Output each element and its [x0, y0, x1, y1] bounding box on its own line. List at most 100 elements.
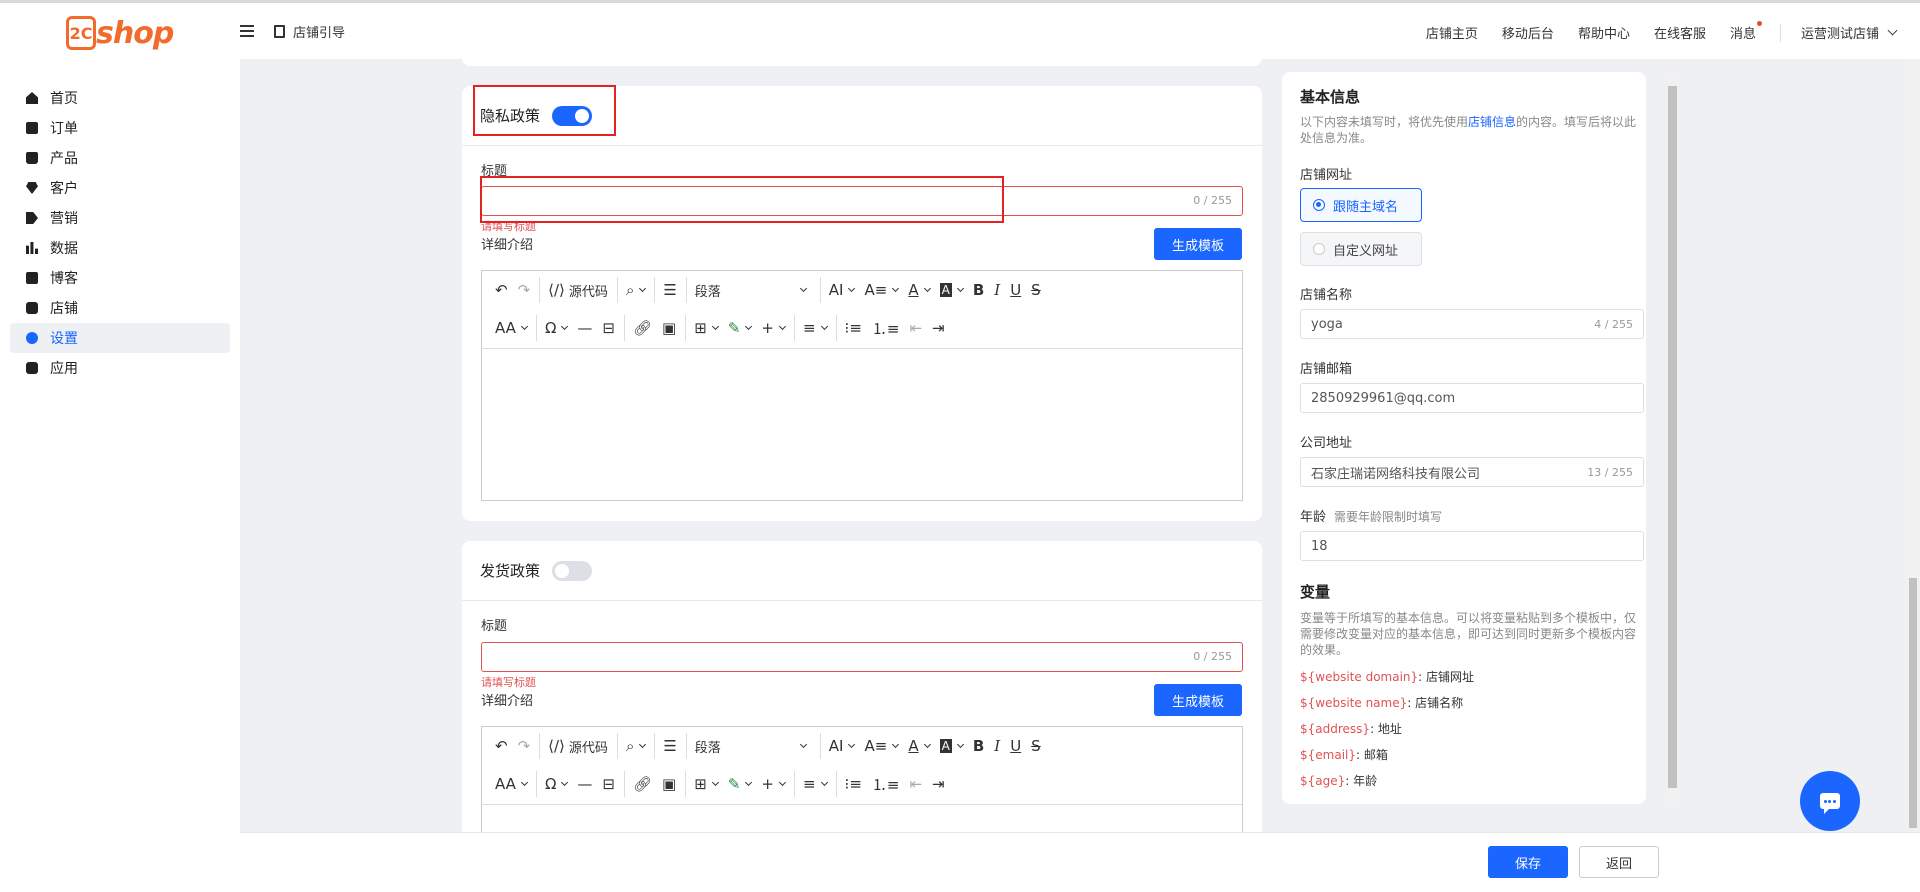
sidebar-item-settings[interactable]: 设置 [10, 323, 230, 353]
font-color-icon[interactable]: A [903, 277, 934, 303]
highlight-icon[interactable]: ✎ [723, 315, 757, 341]
find-replace-icon[interactable]: ⌕ [616, 733, 650, 759]
sidebar-item-marketing[interactable]: 营销 [10, 203, 230, 233]
link-icon[interactable]: 🔗︎ [624, 315, 657, 341]
strikethrough-icon[interactable]: S [1026, 733, 1046, 759]
save-button[interactable]: 保存 [1488, 846, 1568, 878]
line-height-icon[interactable]: A≡ [859, 277, 903, 303]
menu-toggle-icon[interactable] [240, 25, 254, 37]
special-char-icon[interactable]: Ω [535, 771, 572, 797]
bold-icon[interactable]: B [968, 277, 989, 303]
indent-icon[interactable]: ⇥ [927, 771, 950, 797]
special-char-icon[interactable]: Ω [535, 315, 572, 341]
font-family-icon[interactable]: AA [490, 771, 532, 797]
align-icon[interactable]: ≡ [793, 771, 832, 797]
background-color-icon[interactable]: A [935, 733, 968, 759]
underline-icon[interactable]: U [1005, 733, 1026, 759]
font-size-icon[interactable]: AI [819, 277, 860, 303]
nav-store-home[interactable]: 店铺主页 [1426, 23, 1478, 42]
select-all-icon[interactable]: ☰ [654, 277, 681, 303]
redo-icon[interactable]: ↷ [513, 733, 536, 759]
undo-icon[interactable]: ↶ [490, 733, 513, 759]
image-icon[interactable]: ▣ [657, 315, 681, 341]
basic-info-desc-before: 以下内容未填写时，将优先使用 [1300, 115, 1469, 129]
shipping-generate-template-button[interactable]: 生成模板 [1154, 684, 1242, 716]
store-switcher[interactable]: 运营测试店铺 [1801, 23, 1898, 42]
redo-icon[interactable]: ↷ [513, 277, 536, 303]
strikethrough-icon[interactable]: S [1026, 277, 1046, 303]
window-scrollbar-thumb[interactable] [1909, 578, 1917, 828]
font-family-icon[interactable]: AA [490, 315, 532, 341]
logo[interactable]: 2C shop [66, 13, 174, 53]
numbered-list-icon[interactable]: ⒈≡ [867, 771, 905, 797]
sidebar-item-blog[interactable]: 博客 [10, 263, 230, 293]
table-icon[interactable]: ⊞ [685, 771, 723, 797]
age-input[interactable]: 18 [1300, 531, 1644, 561]
outdent-icon[interactable]: ⇤ [904, 771, 927, 797]
indent-icon[interactable]: ⇥ [927, 315, 950, 341]
background-color-icon[interactable]: A [935, 277, 968, 303]
insert-icon[interactable]: + [756, 771, 790, 797]
variable-key: ${address} [1300, 722, 1371, 736]
find-replace-icon[interactable]: ⌕ [616, 277, 650, 303]
source-code-button[interactable]: ⟨/⟩ 源代码 [539, 277, 613, 303]
link-icon[interactable]: 🔗︎ [624, 771, 657, 797]
paragraph-format-select[interactable]: 段落 [685, 733, 816, 759]
store-name-input[interactable]: yoga 4 / 255 [1300, 309, 1644, 339]
url-custom-radio[interactable]: 自定义网址 [1300, 232, 1422, 266]
variable-address: ${address}: 地址 [1300, 720, 1402, 737]
privacy-editor-content[interactable] [482, 348, 1242, 500]
paragraph-format-select[interactable]: 段落 [685, 277, 816, 303]
highlight-icon[interactable]: ✎ [723, 771, 757, 797]
page-break-icon[interactable]: ⊟ [597, 315, 620, 341]
sidebar-item-products[interactable]: 产品 [10, 143, 230, 173]
font-size-icon[interactable]: AI [819, 733, 860, 759]
nav-messages[interactable]: 消息 [1730, 21, 1762, 42]
nav-help-center[interactable]: 帮助中心 [1578, 23, 1630, 42]
outdent-icon[interactable]: ⇤ [904, 315, 927, 341]
italic-icon[interactable]: I [989, 277, 1005, 303]
page-break-icon[interactable]: ⊟ [597, 771, 620, 797]
shipping-rich-text-editor: ↶ ↷ ⟨/⟩ 源代码 ⌕ ☰ 段落 AI A≡ A A B I U S AA Ω… [481, 726, 1243, 846]
font-color-icon[interactable]: A [903, 733, 934, 759]
underline-icon[interactable]: U [1005, 277, 1026, 303]
chat-support-button[interactable] [1800, 771, 1860, 831]
company-address-label: 公司地址 [1300, 436, 1353, 451]
horizontal-rule-icon[interactable]: — [572, 315, 597, 341]
nav-mobile-admin[interactable]: 移动后台 [1502, 23, 1554, 42]
select-all-icon[interactable]: ☰ [654, 733, 681, 759]
nav-online-service[interactable]: 在线客服 [1654, 23, 1706, 42]
bullet-list-icon[interactable]: ⁝≡ [835, 315, 867, 341]
sidebar-item-data[interactable]: 数据 [10, 233, 230, 263]
numbered-list-icon[interactable]: ⒈≡ [867, 315, 905, 341]
source-code-button[interactable]: ⟨/⟩ 源代码 [539, 733, 613, 759]
italic-icon[interactable]: I [989, 733, 1005, 759]
sidebar-item-customers[interactable]: 客户 [10, 173, 230, 203]
undo-icon[interactable]: ↶ [490, 277, 513, 303]
image-icon[interactable]: ▣ [657, 771, 681, 797]
store-icon [26, 302, 38, 314]
variable-value: : 店铺名称 [1407, 696, 1464, 710]
panel-scrollbar-thumb[interactable] [1668, 86, 1677, 788]
url-follow-main-domain-radio[interactable]: 跟随主域名 [1300, 188, 1422, 222]
insert-icon[interactable]: + [756, 315, 790, 341]
sidebar-item-store[interactable]: 店铺 [10, 293, 230, 323]
align-icon[interactable]: ≡ [793, 315, 832, 341]
bold-icon[interactable]: B [968, 733, 989, 759]
paragraph-format-value: 段落 [694, 284, 721, 300]
sidebar-item-home[interactable]: 首页 [10, 83, 230, 113]
table-icon[interactable]: ⊞ [685, 315, 723, 341]
back-button[interactable]: 返回 [1579, 846, 1659, 878]
store-guide-link[interactable]: 店铺引导 [274, 22, 345, 41]
sidebar-item-orders[interactable]: 订单 [10, 113, 230, 143]
store-info-link[interactable]: 店铺信息 [1468, 115, 1516, 129]
horizontal-rule-icon[interactable]: — [572, 771, 597, 797]
company-address-input[interactable]: 石家庄瑞诺网络科技有限公司 13 / 255 [1300, 457, 1644, 487]
shipping-policy-toggle[interactable] [552, 560, 593, 581]
store-email-input[interactable]: 2850929961@qq.com [1300, 383, 1644, 413]
privacy-generate-template-button[interactable]: 生成模板 [1154, 228, 1242, 260]
line-height-icon[interactable]: A≡ [859, 733, 903, 759]
bullet-list-icon[interactable]: ⁝≡ [835, 771, 867, 797]
shipping-title-input[interactable]: 0 / 255 [481, 642, 1243, 672]
sidebar-item-apps[interactable]: 应用 [10, 353, 230, 383]
